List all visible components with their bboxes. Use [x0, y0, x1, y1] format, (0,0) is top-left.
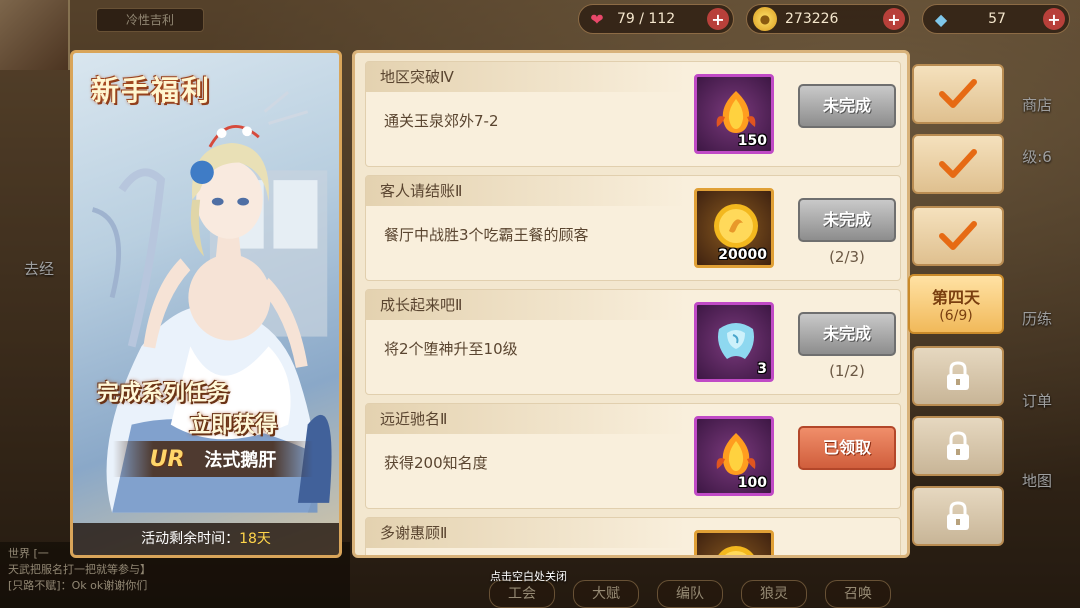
- day-tab-locked[interactable]: [912, 346, 1004, 406]
- task-status-button[interactable]: 未完成: [798, 198, 896, 242]
- lock-icon: [947, 361, 969, 390]
- task-status-button[interactable]: 未完成: [798, 312, 896, 356]
- task-row: 多谢惠顾Ⅱ: [365, 517, 901, 555]
- day-tab-completed[interactable]: [912, 134, 1004, 194]
- task-description: 将2个堕神升至10级: [384, 340, 518, 358]
- reward-quantity: 20000: [718, 247, 767, 263]
- crystal-shard-icon: [711, 315, 761, 365]
- gem-icon: ◆: [934, 9, 948, 29]
- day-tab-locked[interactable]: [912, 486, 1004, 546]
- hero-reward-banner: UR 法式鹅肝: [113, 441, 313, 477]
- day-tab-completed[interactable]: [912, 64, 1004, 124]
- heart-icon: ❤: [590, 9, 604, 29]
- lock-icon: [947, 431, 969, 460]
- gold-coin-icon: [711, 543, 761, 555]
- day-tab-current[interactable]: 第四天 (6/9): [908, 274, 1004, 334]
- rarity-badge: UR: [149, 446, 185, 472]
- add-stamina-button[interactable]: +: [707, 8, 729, 30]
- day-progress: (6/9): [939, 308, 973, 324]
- task-description: 餐厅中战胜3个吃霸王餐的顾客: [384, 226, 589, 244]
- day-label: 第四天: [931, 288, 980, 307]
- fire-seed-icon: [711, 87, 761, 137]
- day-tab-locked[interactable]: [912, 416, 1004, 476]
- gold-counter: ● 273226 +: [746, 4, 910, 34]
- task-progress: (2/3): [829, 248, 865, 266]
- reward-slot[interactable]: 3: [694, 302, 774, 382]
- reward-quantity: 150: [737, 133, 767, 149]
- task-status-button[interactable]: 未完成: [798, 84, 896, 128]
- task-title: 地区突破Ⅳ: [366, 62, 686, 92]
- event-slogan-line1: 完成系列任务: [97, 381, 230, 406]
- task-panel: 地区突破Ⅳ 通关玉泉郊外7-2 150 未完成 客人请结账Ⅱ 餐厅中战胜3个吃霸…: [352, 50, 910, 558]
- gold-coin-icon: ●: [753, 7, 777, 31]
- task-row: 客人请结账Ⅱ 餐厅中战胜3个吃霸王餐的顾客 20000 未完成 (2/3): [365, 175, 901, 281]
- task-description: 通关玉泉郊外7-2: [384, 112, 499, 130]
- task-row: 地区突破Ⅳ 通关玉泉郊外7-2 150 未完成: [365, 61, 901, 167]
- event-card: 新手福利 完成系列任务 立即获得 UR 法式鹅肝 活动剩余时间：18天: [70, 50, 342, 558]
- reward-quantity: 3: [757, 361, 767, 377]
- task-title: 成长起来吧Ⅱ: [366, 290, 686, 320]
- reward-slot[interactable]: 100: [694, 416, 774, 496]
- task-title: 远近驰名Ⅱ: [366, 404, 686, 434]
- reward-slot[interactable]: [694, 530, 774, 555]
- task-progress: (1/2): [829, 362, 865, 380]
- event-slogan-line2: 立即获得: [189, 413, 278, 438]
- event-title: 新手福利: [91, 74, 212, 107]
- reward-slot[interactable]: 150: [694, 74, 774, 154]
- reward-quantity: 100: [737, 475, 767, 491]
- task-title: 客人请结账Ⅱ: [366, 176, 686, 206]
- stamina-counter: ❤ 79 / 112 +: [578, 4, 734, 34]
- add-gold-button[interactable]: +: [883, 8, 905, 30]
- task-title: 多谢惠顾Ⅱ: [366, 518, 686, 548]
- task-status-button[interactable]: 已领取: [798, 426, 896, 470]
- close-hint: 点击空白处关闭: [490, 570, 567, 583]
- fire-seed-icon: [711, 429, 761, 479]
- event-timer: 活动剩余时间：18天: [73, 523, 339, 555]
- checkmark-icon: [939, 79, 977, 108]
- task-row: 成长起来吧Ⅱ 将2个堕神升至10级 3 未完成 (1/2): [365, 289, 901, 395]
- lock-icon: [947, 501, 969, 530]
- add-gem-button[interactable]: +: [1043, 8, 1065, 30]
- gold-coin-icon: [711, 201, 761, 251]
- reward-slot[interactable]: 20000: [694, 188, 774, 268]
- gem-counter: ◆ 57 +: [922, 4, 1070, 34]
- task-row: 远近驰名Ⅱ 获得200知名度 100 已领取: [365, 403, 901, 509]
- resource-bar: ❤ 79 / 112 + ● 273226 + ◆ 57 +: [578, 4, 1070, 34]
- day-tab-completed[interactable]: [912, 206, 1004, 266]
- hero-name: 法式鹅肝: [204, 450, 277, 471]
- checkmark-icon: [939, 149, 977, 178]
- task-description: 获得200知名度: [384, 454, 488, 472]
- checkmark-icon: [939, 221, 977, 250]
